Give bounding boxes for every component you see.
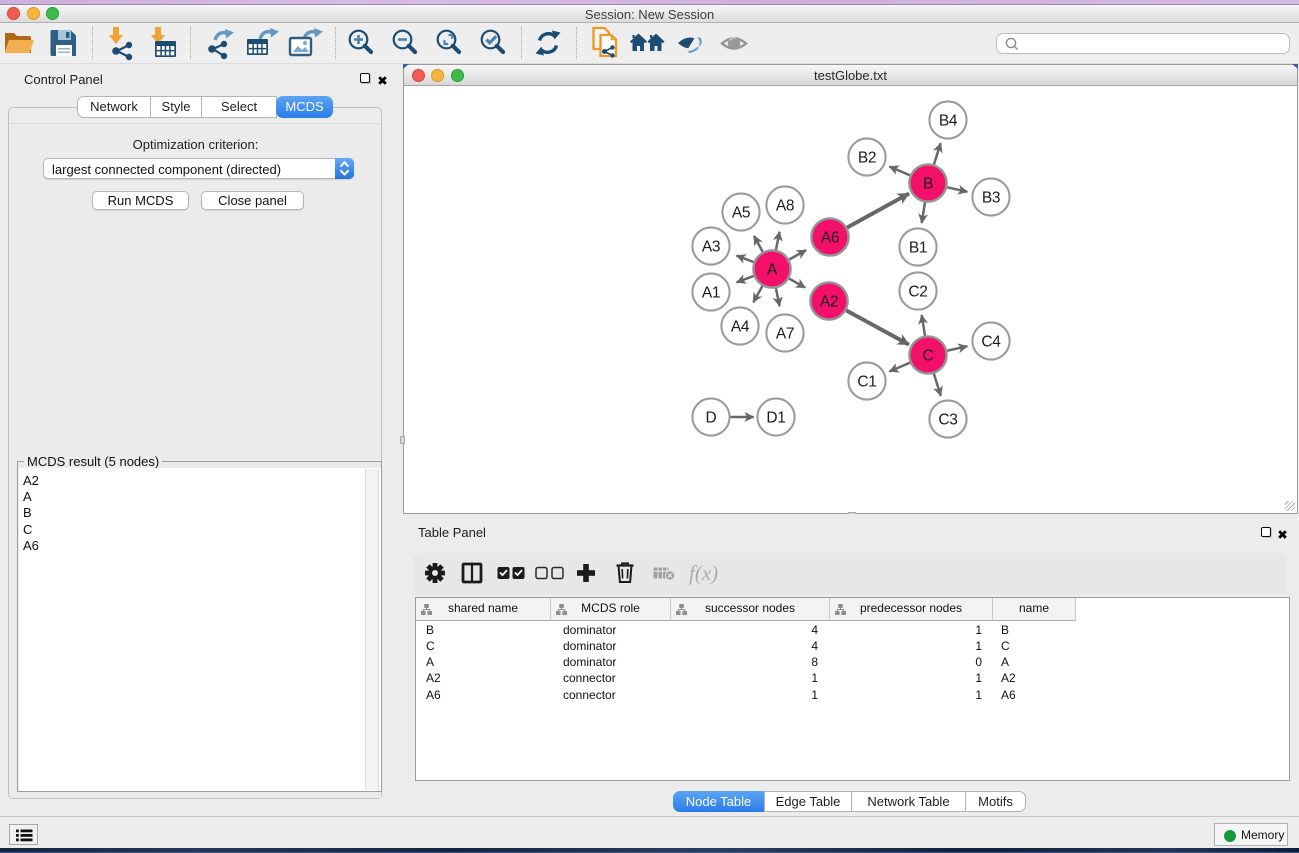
svg-text:C2: C2 xyxy=(908,284,927,301)
svg-text:C4: C4 xyxy=(981,334,1001,351)
svg-text:B1: B1 xyxy=(909,240,927,257)
svg-text:A1: A1 xyxy=(702,285,720,302)
svg-text:C3: C3 xyxy=(938,412,957,429)
svg-text:A2: A2 xyxy=(820,294,838,311)
svg-text:A8: A8 xyxy=(776,198,794,215)
svg-text:A4: A4 xyxy=(731,319,750,336)
svg-text:C: C xyxy=(923,348,934,365)
svg-text:D1: D1 xyxy=(766,410,785,427)
svg-text:A5: A5 xyxy=(732,205,750,222)
svg-text:B4: B4 xyxy=(939,113,958,130)
svg-text:f(x): f(x) xyxy=(689,561,718,585)
svg-text:A7: A7 xyxy=(776,326,794,343)
svg-text:A: A xyxy=(767,262,778,279)
svg-text:D: D xyxy=(706,410,717,427)
svg-text:B3: B3 xyxy=(982,190,1000,207)
svg-text:C1: C1 xyxy=(857,374,876,391)
svg-text:B: B xyxy=(923,176,933,193)
svg-text:A3: A3 xyxy=(702,239,720,256)
svg-text:A6: A6 xyxy=(821,230,839,247)
svg-text:B2: B2 xyxy=(858,150,876,167)
